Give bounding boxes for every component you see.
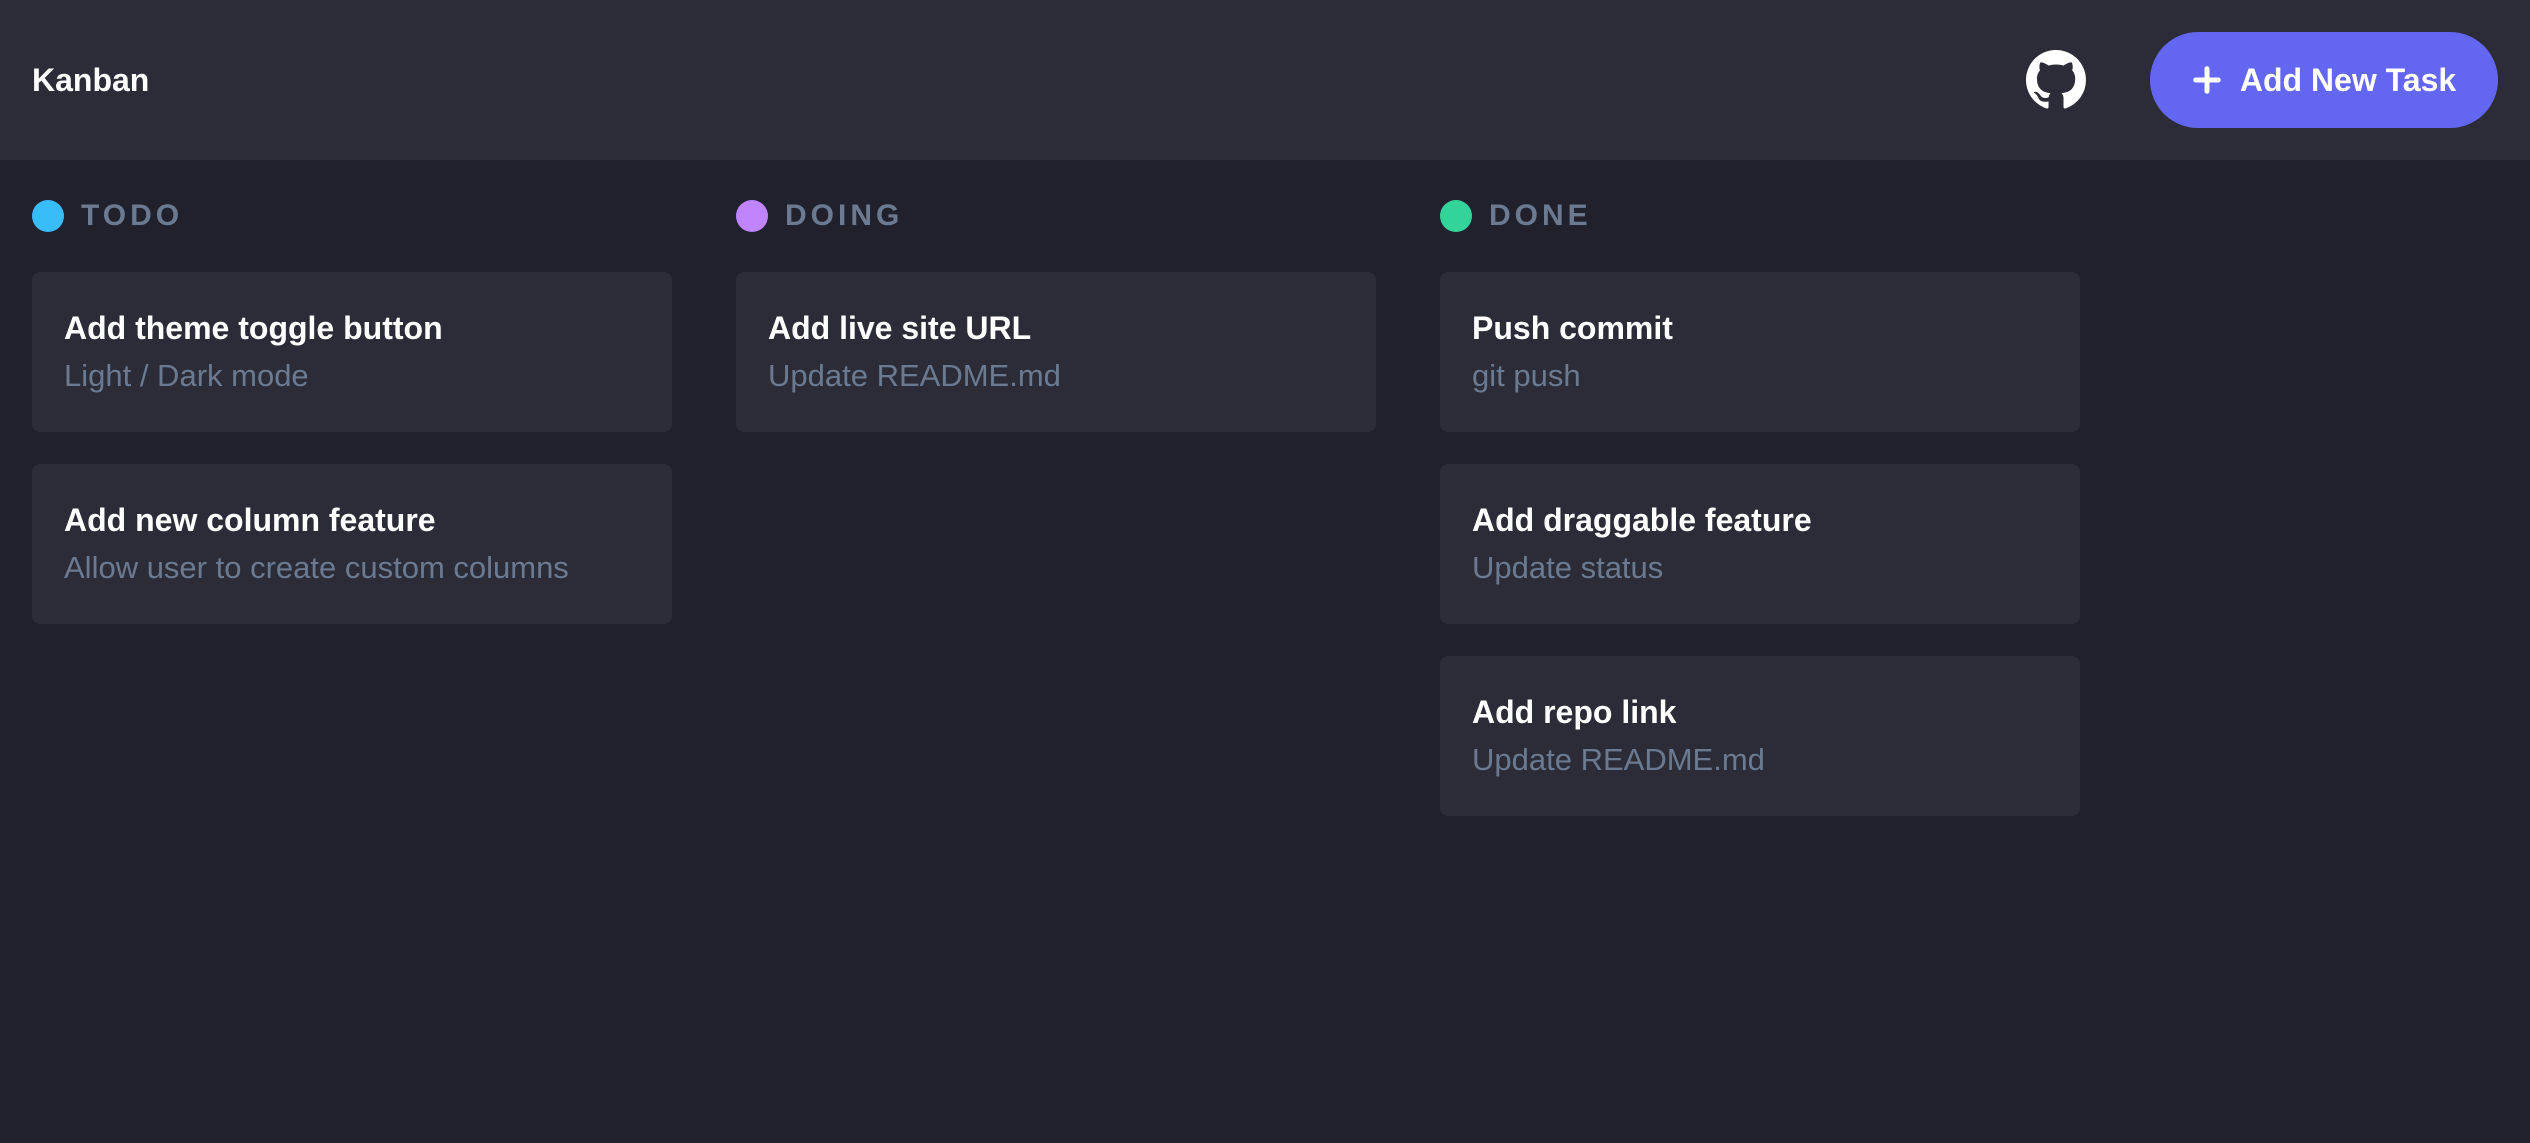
task-description: Update status	[1472, 550, 1664, 585]
task-card[interactable]: Add repo link Update README.md	[1440, 656, 2080, 816]
task-title: Push commit	[1472, 310, 1673, 346]
task-title: Add theme toggle button	[64, 310, 443, 346]
add-new-task-label: Add New Task	[2239, 61, 2457, 98]
task-title: Add new column feature	[64, 502, 436, 538]
github-link[interactable]	[2026, 50, 2086, 110]
add-new-task-button[interactable]: Add New Task	[2150, 32, 2498, 128]
status-dot	[736, 200, 768, 232]
top-bar: Kanban Add New Task	[0, 0, 2530, 160]
column-title: TODO	[81, 199, 184, 232]
column-header: DONE	[1440, 196, 2080, 236]
column-header: DOING	[736, 196, 1376, 236]
kanban-board: TODO Add theme toggle button Light / Dar…	[32, 196, 2080, 848]
column-todo: TODO Add theme toggle button Light / Dar…	[32, 196, 672, 848]
task-description: Update README.md	[768, 358, 1061, 393]
task-description: Allow user to create custom columns	[64, 550, 569, 585]
task-title: Add repo link	[1472, 694, 1677, 730]
task-description: Update README.md	[1472, 742, 1765, 777]
github-icon	[2026, 50, 2086, 109]
column-title: DONE	[1489, 199, 1592, 232]
task-card[interactable]: Add draggable feature Update status	[1440, 464, 2080, 624]
column-header: TODO	[32, 196, 672, 236]
task-card[interactable]: Add new column feature Allow user to cre…	[32, 464, 672, 624]
status-dot	[32, 200, 64, 232]
task-description: Light / Dark mode	[64, 358, 309, 393]
status-dot	[1440, 200, 1472, 232]
column-title: DOING	[785, 199, 904, 232]
task-card[interactable]: Add live site URL Update README.md	[736, 272, 1376, 432]
task-title: Add draggable feature	[1472, 502, 1812, 538]
app-title: Kanban	[32, 62, 150, 98]
task-description: git push	[1472, 358, 1581, 393]
task-card[interactable]: Push commit git push	[1440, 272, 2080, 432]
column-done: DONE Push commit git push Add draggable …	[1440, 196, 2080, 848]
task-card[interactable]: Add theme toggle button Light / Dark mod…	[32, 272, 672, 432]
task-title: Add live site URL	[768, 310, 1032, 346]
plus-icon	[2193, 66, 2221, 94]
column-doing: DOING Add live site URL Update README.md	[736, 196, 1376, 848]
